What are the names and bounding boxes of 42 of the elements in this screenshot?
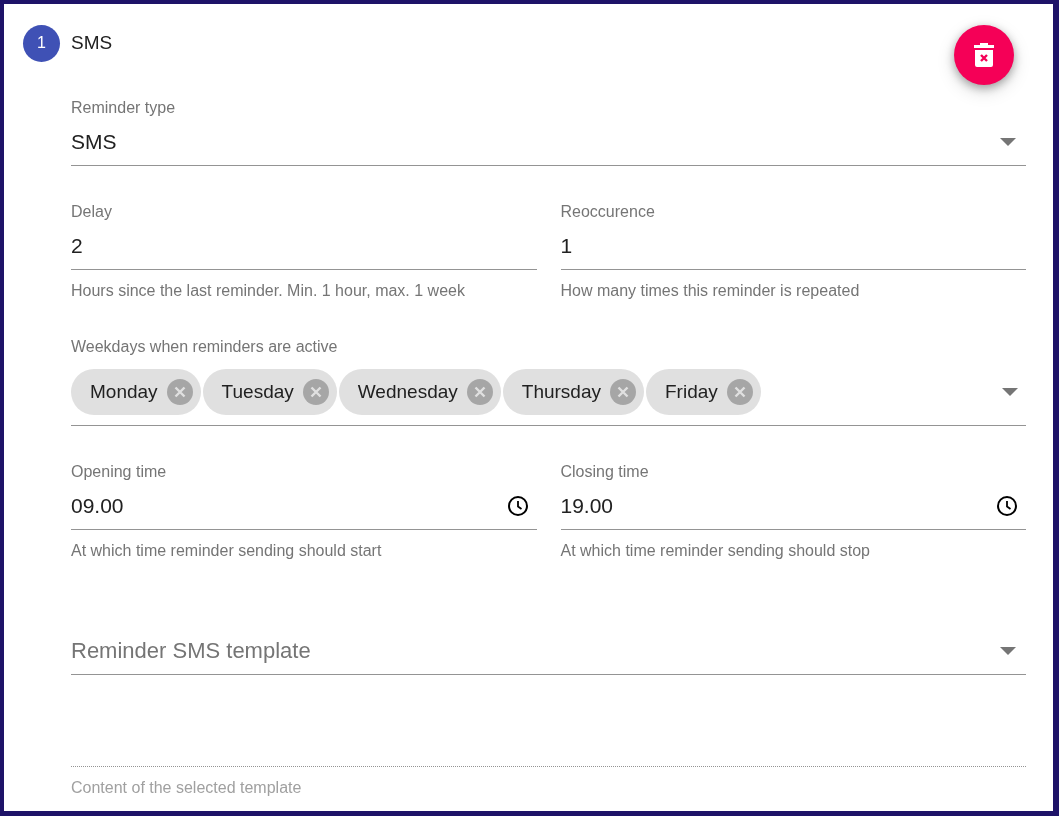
remove-icon (610, 379, 636, 405)
helper-text: Hours since the last reminder. Min. 1 hour, max. 1 week (71, 281, 466, 301)
chip-label: Monday (90, 381, 158, 403)
input-field[interactable]: 1 (560, 222, 1026, 270)
helper-text: Content of the selected template (71, 778, 303, 798)
input-field[interactable]: 09.00 (71, 482, 537, 530)
input-field[interactable]: 2 (71, 222, 537, 270)
remove-icon (302, 379, 329, 405)
chip-label: Thursday (521, 381, 601, 403)
chip-label: Tuesday (221, 381, 294, 403)
weekday-chip[interactable]: Wednesday (338, 369, 501, 415)
field-label: Closing time (560, 462, 650, 482)
chip-select-field[interactable]: Monday Tuesday Wednesday Thursday Friday (71, 357, 1026, 426)
step-number-badge: 1 (23, 24, 60, 62)
helper-text: At which time reminder sending should stop (560, 541, 871, 561)
remove-icon (726, 379, 753, 405)
helper-text: At which time reminder sending should start (71, 541, 383, 561)
field-label: Opening time (71, 462, 168, 482)
weekday-chip[interactable]: Tuesday (202, 369, 337, 415)
field-label: Reminder type (71, 98, 177, 118)
remove-icon (466, 379, 493, 405)
clock-icon (996, 495, 1018, 517)
select-field[interactable]: Reminder SMS template (71, 627, 1026, 675)
dropdown-arrow-icon (1002, 388, 1018, 396)
dropdown-arrow-icon (1000, 647, 1016, 655)
input-field[interactable]: 19.00 (560, 482, 1026, 530)
field-label: Weekdays when reminders are active (71, 337, 339, 357)
field-label: Delay (71, 202, 113, 222)
weekday-chip[interactable]: Monday (71, 369, 201, 415)
helper-text: How many times this reminder is repeated (560, 281, 861, 301)
select-field[interactable]: SMS (71, 118, 1026, 166)
clock-icon (506, 495, 529, 517)
step-title: SMS (71, 32, 113, 54)
remove-icon (166, 379, 193, 405)
weekday-chip[interactable]: Thursday (502, 369, 644, 415)
chip-label: Friday (665, 381, 718, 403)
dropdown-arrow-icon (1000, 138, 1016, 146)
delete-button[interactable] (954, 25, 1014, 85)
field-label: Reoccurence (560, 202, 656, 222)
weekday-chip[interactable]: Friday (646, 369, 761, 415)
chip-label: Wednesday (357, 381, 458, 403)
trash-icon (974, 43, 994, 67)
